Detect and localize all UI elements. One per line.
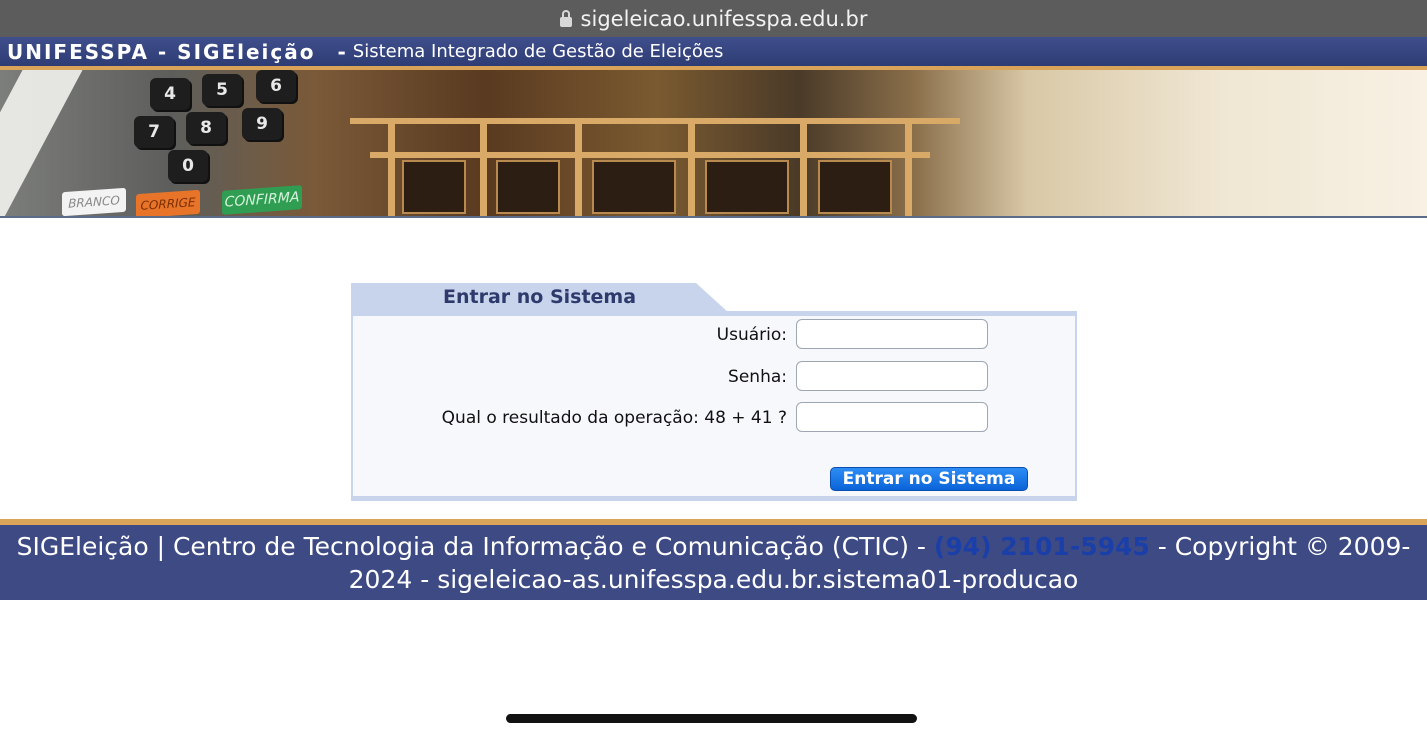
building-window bbox=[592, 160, 676, 214]
browser-address-bar[interactable]: sigeleicao.unifesspa.edu.br bbox=[0, 0, 1427, 37]
keypad-key-confirma: CONFIRMA bbox=[222, 185, 302, 215]
keypad-key: 5 bbox=[202, 74, 242, 106]
username-label: Usuário: bbox=[716, 325, 787, 345]
building-window bbox=[496, 160, 560, 214]
url-text[interactable]: sigeleicao.unifesspa.edu.br bbox=[581, 7, 868, 31]
keypad-key: 7 bbox=[134, 116, 174, 148]
building-post bbox=[688, 118, 695, 216]
site-header: UNIFESSPA - SIGEleição - Sistema Integra… bbox=[0, 37, 1427, 70]
keypad-key: 9 bbox=[242, 108, 282, 140]
building-post bbox=[388, 118, 395, 216]
login-title: Entrar no Sistema bbox=[443, 286, 637, 308]
login-tab-header: Entrar no Sistema bbox=[351, 283, 729, 313]
captcha-input[interactable] bbox=[796, 402, 988, 432]
footer-phone-link[interactable]: (94) 2101-5945 bbox=[934, 532, 1150, 561]
building-window bbox=[402, 160, 466, 214]
keypad-key-branco: BRANCO bbox=[62, 187, 126, 216]
password-input[interactable] bbox=[796, 361, 988, 391]
site-subtitle: Sistema Integrado de Gestão de Eleições bbox=[352, 41, 724, 62]
username-input[interactable] bbox=[796, 319, 988, 349]
building-beam bbox=[350, 118, 960, 124]
footer-text-prefix: SIGEleição | Centro de Tecnologia da Inf… bbox=[16, 532, 934, 561]
login-panel: Entrar no Sistema Usuário: Senha: Qual o… bbox=[351, 283, 1077, 501]
voting-machine-keypad-illustration: 4 5 6 7 8 9 0 BRANCO CORRIGE CONFIRMA bbox=[0, 70, 310, 216]
captcha-row: Qual o resultado da operação: 48 + 41 ? bbox=[353, 402, 1075, 434]
login-submit-button[interactable]: Entrar no Sistema bbox=[830, 467, 1028, 491]
username-row: Usuário: bbox=[353, 319, 1075, 351]
building-post bbox=[575, 118, 582, 216]
keypad-key: 0 bbox=[168, 150, 208, 182]
site-brand: UNIFESSPA - SIGEleição bbox=[7, 39, 316, 64]
building-window bbox=[818, 160, 892, 214]
keypad-key: 4 bbox=[150, 78, 190, 110]
site-footer: SIGEleição | Centro de Tecnologia da Inf… bbox=[0, 519, 1427, 600]
password-label: Senha: bbox=[728, 367, 787, 387]
building-post bbox=[480, 118, 487, 216]
campus-building-illustration bbox=[330, 70, 970, 216]
captcha-label: Qual o resultado da operação: 48 + 41 ? bbox=[441, 408, 787, 428]
header-separator: - bbox=[337, 39, 346, 64]
building-post bbox=[905, 118, 912, 216]
login-form: Usuário: Senha: Qual o resultado da oper… bbox=[351, 311, 1077, 501]
building-beam bbox=[370, 152, 930, 158]
keypad-key: 6 bbox=[256, 70, 296, 102]
building-post bbox=[800, 118, 807, 216]
keypad-key: 8 bbox=[186, 112, 226, 144]
header-banner-image: 4 5 6 7 8 9 0 BRANCO CORRIGE CONFIRMA bbox=[0, 70, 1427, 218]
building-window bbox=[705, 160, 789, 214]
lock-icon bbox=[559, 9, 572, 27]
home-indicator[interactable] bbox=[506, 714, 917, 723]
password-row: Senha: bbox=[353, 361, 1075, 393]
keypad-key-corrige: CORRIGE bbox=[136, 189, 200, 216]
